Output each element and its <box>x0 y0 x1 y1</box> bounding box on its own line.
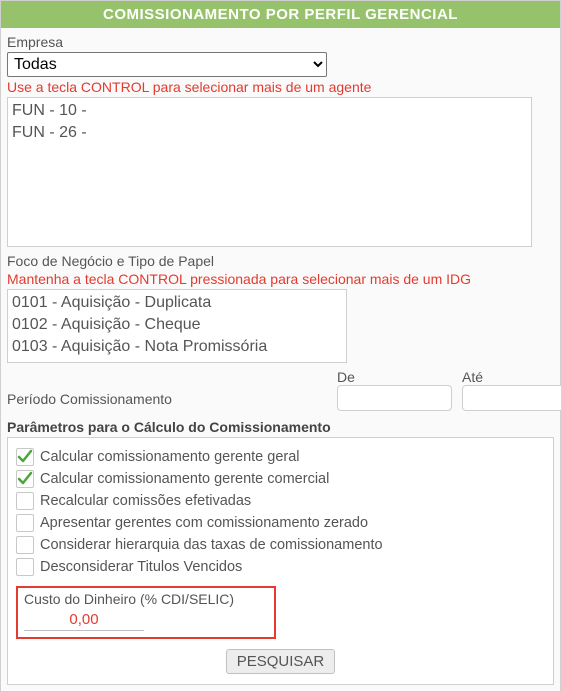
params-title: Parâmetros para o Cálculo do Comissionam… <box>7 419 554 435</box>
checkbox[interactable] <box>16 558 34 576</box>
panel-body: Empresa Todas Use a tecla CONTROL para s… <box>1 28 560 691</box>
check-row: Desconsiderar Titulos Vencidos <box>16 558 545 576</box>
check-row: Calcular comissionamento gerente geral <box>16 448 545 466</box>
ate-input[interactable] <box>462 385 561 411</box>
checkbox[interactable] <box>16 536 34 554</box>
check-icon <box>17 449 33 465</box>
cdi-input[interactable] <box>24 609 144 631</box>
pesquisar-button[interactable]: PESQUISAR <box>226 649 336 674</box>
foco-listbox[interactable]: 0101 - Aquisição - Duplicata 0102 - Aqui… <box>7 289 347 363</box>
check-row: Recalcular comissões efetivadas <box>16 492 545 510</box>
checkbox-label: Calcular comissionamento gerente comerci… <box>40 471 329 487</box>
checkbox-label: Calcular comissionamento gerente geral <box>40 449 300 465</box>
list-item[interactable]: FUN - 10 - <box>12 100 527 122</box>
list-item[interactable]: FUN - 26 - <box>12 122 527 144</box>
checkbox[interactable] <box>16 492 34 510</box>
check-row: Apresentar gerentes com comissionamento … <box>16 514 545 532</box>
checkbox[interactable] <box>16 470 34 488</box>
periodo-label: Período Comissionamento <box>7 391 327 411</box>
list-item[interactable]: 0102 - Aquisição - Cheque <box>12 314 342 336</box>
empresa-select[interactable]: Todas <box>7 52 327 77</box>
checkbox-label: Recalcular comissões efetivadas <box>40 493 251 509</box>
foco-label: Foco de Negócio e Tipo de Papel <box>7 253 554 269</box>
periodo-row: Período Comissionamento De Até <box>7 369 554 411</box>
list-item[interactable]: 0101 - Aquisição - Duplicata <box>12 292 342 314</box>
check-row: Considerar hierarquia das taxas de comis… <box>16 536 545 554</box>
agentes-hint: Use a tecla CONTROL para selecionar mais… <box>7 79 554 95</box>
checkbox[interactable] <box>16 448 34 466</box>
checkbox-label: Considerar hierarquia das taxas de comis… <box>40 537 383 553</box>
ate-label: Até <box>462 369 561 385</box>
check-row: Calcular comissionamento gerente comerci… <box>16 470 545 488</box>
params-box: Calcular comissionamento gerente geral Ca… <box>7 437 554 685</box>
checkbox-label: Desconsiderar Titulos Vencidos <box>40 559 242 575</box>
foco-hint: Mantenha a tecla CONTROL pressionada par… <box>7 271 554 287</box>
panel-comissionamento: COMISSIONAMENTO POR PERFIL GERENCIAL Emp… <box>0 0 561 692</box>
cdi-label: Custo do Dinheiro (% CDI/SELIC) <box>24 591 268 607</box>
empresa-label: Empresa <box>7 34 554 50</box>
panel-title: COMISSIONAMENTO POR PERFIL GERENCIAL <box>1 1 560 28</box>
cdi-highlight: Custo do Dinheiro (% CDI/SELIC) <box>16 586 276 639</box>
de-label: De <box>337 369 452 385</box>
agentes-listbox[interactable]: FUN - 10 - FUN - 26 - <box>7 97 532 247</box>
checkbox[interactable] <box>16 514 34 532</box>
check-icon <box>17 471 33 487</box>
checkbox-label: Apresentar gerentes com comissionamento … <box>40 515 368 531</box>
list-item[interactable]: 0103 - Aquisição - Nota Promissória <box>12 336 342 358</box>
de-input[interactable] <box>337 385 452 411</box>
